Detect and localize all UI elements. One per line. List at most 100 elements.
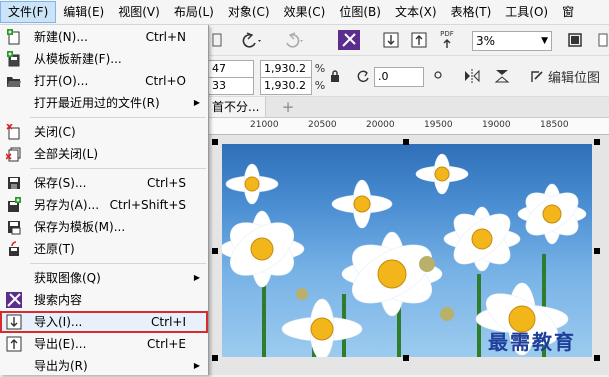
rotation-angle-field[interactable]: .0 <box>374 67 424 87</box>
selection-handle[interactable] <box>212 355 218 361</box>
scale-x-unit: % <box>314 61 326 75</box>
menu-edit[interactable]: 编辑(E) <box>56 1 111 23</box>
menu-view[interactable]: 视图(V) <box>111 1 167 23</box>
menu-item-label: 保存(S)... <box>34 176 87 190</box>
search-content-toolbar-button[interactable] <box>338 30 360 50</box>
selection-handle[interactable] <box>594 139 600 145</box>
chevron-down-icon: ▼ <box>541 36 548 46</box>
export-toolbar-button[interactable] <box>408 30 430 50</box>
menu-item-shortcut: Ctrl+S <box>146 176 186 190</box>
menu-file[interactable]: 文件(F) <box>0 1 57 23</box>
menu-item-acquire-image[interactable]: 获取图像(Q) ▶ <box>0 267 208 289</box>
edit-bitmap-button[interactable]: 编辑位图 <box>548 67 609 86</box>
menu-item-shortcut: Ctrl+O <box>145 74 186 88</box>
menu-item-shortcut: Ctrl+N <box>145 30 186 44</box>
menu-item-save[interactable]: 保存(S)... Ctrl+S <box>0 172 208 194</box>
submenu-arrow-icon: ▶ <box>193 273 200 282</box>
redo-button[interactable] <box>278 30 306 50</box>
menu-item-label: 新建(N)... <box>34 30 88 44</box>
revert-icon <box>6 241 22 257</box>
menu-layout[interactable]: 布局(L) <box>167 1 221 23</box>
menu-bitmap[interactable]: 位图(B) <box>332 1 388 23</box>
menu-item-label: 全部关闭(L) <box>34 147 99 161</box>
scale-y-unit: % <box>314 78 326 92</box>
lock-ratio-icon[interactable] <box>328 68 342 84</box>
close-document-icon <box>6 123 22 140</box>
menu-item-export-as[interactable]: 导出为(R) ▶ <box>0 355 208 377</box>
selection-handle[interactable] <box>212 139 218 145</box>
search-content-icon <box>6 292 22 308</box>
menu-item-save-as[interactable]: 另存为(A)... Ctrl+Shift+S <box>0 194 208 216</box>
menu-item-new-from-template[interactable]: 从模板新建(F)... <box>0 48 208 70</box>
menu-item-close-all[interactable]: 全部关闭(L) <box>0 143 208 165</box>
menu-tools[interactable]: 工具(O) <box>498 1 555 23</box>
pdf-label: PDF <box>440 30 454 38</box>
submenu-arrow-icon: ▶ <box>193 361 200 370</box>
menu-item-open[interactable]: 打开(O)... Ctrl+O <box>0 70 208 92</box>
watermark-text: 最需教育 <box>488 330 576 354</box>
publish-pdf-button[interactable]: PDF <box>434 28 460 52</box>
menu-item-label: 打开(O)... <box>34 74 89 88</box>
document-tab[interactable]: 首不分... <box>208 97 267 117</box>
menu-item-shortcut: Ctrl+E <box>147 337 186 351</box>
menu-item-search-content[interactable]: 搜索内容 <box>0 289 208 311</box>
menu-item-label: 导出(E)... <box>34 337 87 351</box>
menu-item-label: 搜索内容 <box>34 293 83 307</box>
ruler-tick-label: 19000 <box>482 120 511 130</box>
menu-item-import[interactable]: 导入(I)... Ctrl+I <box>0 311 208 333</box>
ruler-tick-label: 20500 <box>308 120 337 130</box>
menu-item-new[interactable]: 新建(N)... Ctrl+N <box>0 26 208 48</box>
menu-item-label: 关闭(C) <box>34 125 76 139</box>
ruler-tick-label: 21000 <box>250 120 279 130</box>
add-tab-button[interactable]: + <box>278 97 298 117</box>
zoom-level-value: 3% <box>476 34 496 48</box>
menu-item-shortcut: Ctrl+Shift+S <box>109 198 186 212</box>
mirror-horizontal-button[interactable] <box>462 67 482 85</box>
edit-bitmap-icon <box>528 67 546 85</box>
export-icon <box>6 336 22 352</box>
selection-handle[interactable] <box>403 355 409 361</box>
menu-item-open-recent[interactable]: 打开最近用过的文件(R) ▶ <box>0 92 208 114</box>
menu-item-label: 打开最近用过的文件(R) <box>34 96 160 110</box>
menu-separator <box>30 168 206 169</box>
object-height-field[interactable]: 33 mm <box>208 77 254 108</box>
full-screen-preview-button[interactable] <box>564 30 586 50</box>
selection-handle[interactable] <box>403 139 409 145</box>
menu-item-label: 从模板新建(F)... <box>34 52 122 66</box>
save-template-icon <box>6 219 22 235</box>
file-menu-dropdown: 新建(N)... Ctrl+N 从模板新建(F)... 打开(O)... Ctr… <box>0 25 209 375</box>
selection-handle[interactable] <box>212 248 218 254</box>
mirror-vertical-button[interactable] <box>492 67 512 85</box>
submenu-arrow-icon: ▶ <box>193 98 200 107</box>
menu-item-label: 获取图像(Q) <box>34 271 101 285</box>
open-folder-icon <box>6 73 22 89</box>
save-as-icon <box>6 197 22 213</box>
scale-x-field[interactable]: 1,930.2 <box>260 60 312 78</box>
object-width-field[interactable]: 47 mm <box>208 60 254 91</box>
selection-handle[interactable] <box>594 248 600 254</box>
scale-y-field[interactable]: 1,930.2 <box>260 77 312 95</box>
menu-item-revert[interactable]: 还原(T) <box>0 238 208 260</box>
rotation-icon <box>354 67 372 85</box>
toolbar-overflow-icon[interactable] <box>596 30 609 50</box>
ruler-tick-label: 20000 <box>366 120 395 130</box>
menu-item-close[interactable]: 关闭(C) <box>0 121 208 143</box>
undo-button[interactable] <box>236 30 264 50</box>
save-icon <box>6 175 22 191</box>
menu-item-export[interactable]: 导出(E)... Ctrl+E <box>0 333 208 355</box>
zoom-level-select[interactable]: 3% ▼ <box>472 31 552 51</box>
import-toolbar-button[interactable] <box>380 30 402 50</box>
menu-bar: 文件(F) 编辑(E) 视图(V) 布局(L) 对象(C) 效果(C) 位图(B… <box>0 0 609 25</box>
horizontal-ruler[interactable]: 21000 20500 20000 19500 19000 18500 <box>208 118 609 135</box>
menu-item-save-as-template[interactable]: 保存为模板(M)... <box>0 216 208 238</box>
ruler-tick-label: 19500 <box>424 120 453 130</box>
menu-item-label: 还原(T) <box>34 242 75 256</box>
menu-text[interactable]: 文本(X) <box>388 1 444 23</box>
menu-table[interactable]: 表格(T) <box>444 1 499 23</box>
menu-separator <box>30 117 206 118</box>
menu-window[interactable]: 窗 <box>555 1 581 23</box>
menu-effects[interactable]: 效果(C) <box>277 1 333 23</box>
selection-handle[interactable] <box>594 355 600 361</box>
degree-icon <box>432 69 444 81</box>
menu-object[interactable]: 对象(C) <box>221 1 277 23</box>
